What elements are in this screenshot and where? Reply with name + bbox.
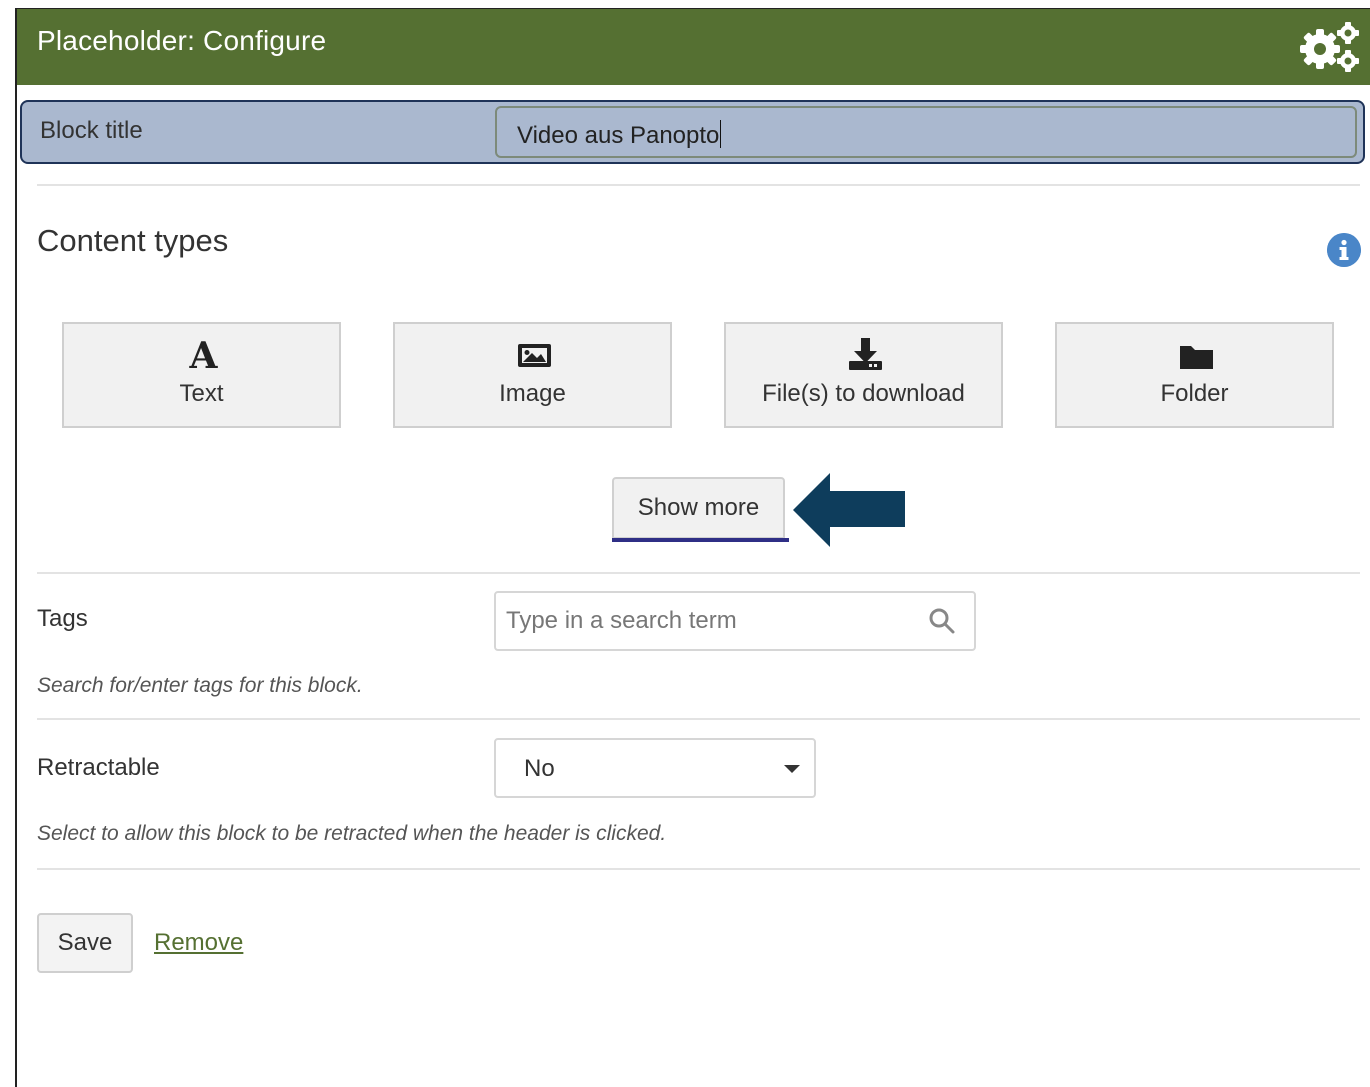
show-more-underline: [612, 538, 789, 542]
content-type-label: Image: [499, 380, 566, 407]
content-type-folder-button[interactable]: Folder: [1055, 322, 1334, 428]
tags-label: Tags: [37, 605, 88, 632]
divider: [37, 572, 1360, 574]
download-icon: [849, 338, 882, 370]
retractable-label: Retractable: [37, 754, 160, 781]
content-type-label: Folder: [1160, 380, 1229, 407]
divider: [37, 718, 1360, 720]
block-title-label: Block title: [40, 117, 143, 144]
retractable-help-text: Select to allow this block to be retract…: [37, 822, 667, 845]
search-icon: [929, 608, 955, 634]
divider: [37, 868, 1360, 870]
text-letter-icon: A: [189, 336, 219, 372]
remove-link[interactable]: Remove: [154, 929, 243, 957]
tags-search-input[interactable]: Type in a search term: [494, 591, 976, 651]
panel-title: Placeholder: Configure: [37, 25, 327, 56]
panel-header: Placeholder: Configure: [17, 9, 1370, 85]
show-more-button[interactable]: Show more: [612, 477, 785, 539]
image-icon: [518, 344, 551, 367]
content-type-text-button[interactable]: A Text: [62, 322, 341, 428]
content-type-download-button[interactable]: File(s) to download: [724, 322, 1003, 428]
tags-help-text: Search for/enter tags for this block.: [37, 674, 363, 697]
content-type-image-button[interactable]: Image: [393, 322, 672, 428]
info-icon[interactable]: [1327, 233, 1361, 267]
folder-icon: [1180, 346, 1213, 369]
content-type-label: File(s) to download: [762, 380, 965, 407]
block-title-row: Block title Video aus Panopto: [20, 100, 1365, 164]
block-title-value: Video aus Panopto: [517, 122, 720, 149]
block-title-input[interactable]: Video aus Panopto: [495, 106, 1357, 158]
save-button[interactable]: Save: [37, 913, 133, 973]
svg-text:A: A: [189, 336, 219, 372]
retractable-select[interactable]: No: [494, 738, 816, 798]
gears-icon[interactable]: [1298, 21, 1362, 73]
content-types-heading: Content types: [37, 223, 229, 258]
configure-panel: Placeholder: Configure Block title Video…: [15, 8, 1370, 1087]
content-type-label: Text: [179, 380, 224, 407]
annotation-arrow-icon: [793, 473, 905, 547]
retractable-value: No: [524, 755, 555, 782]
divider: [37, 184, 1360, 186]
text-caret: [720, 120, 722, 148]
tags-placeholder: Type in a search term: [506, 607, 737, 634]
chevron-down-icon: [784, 765, 800, 773]
